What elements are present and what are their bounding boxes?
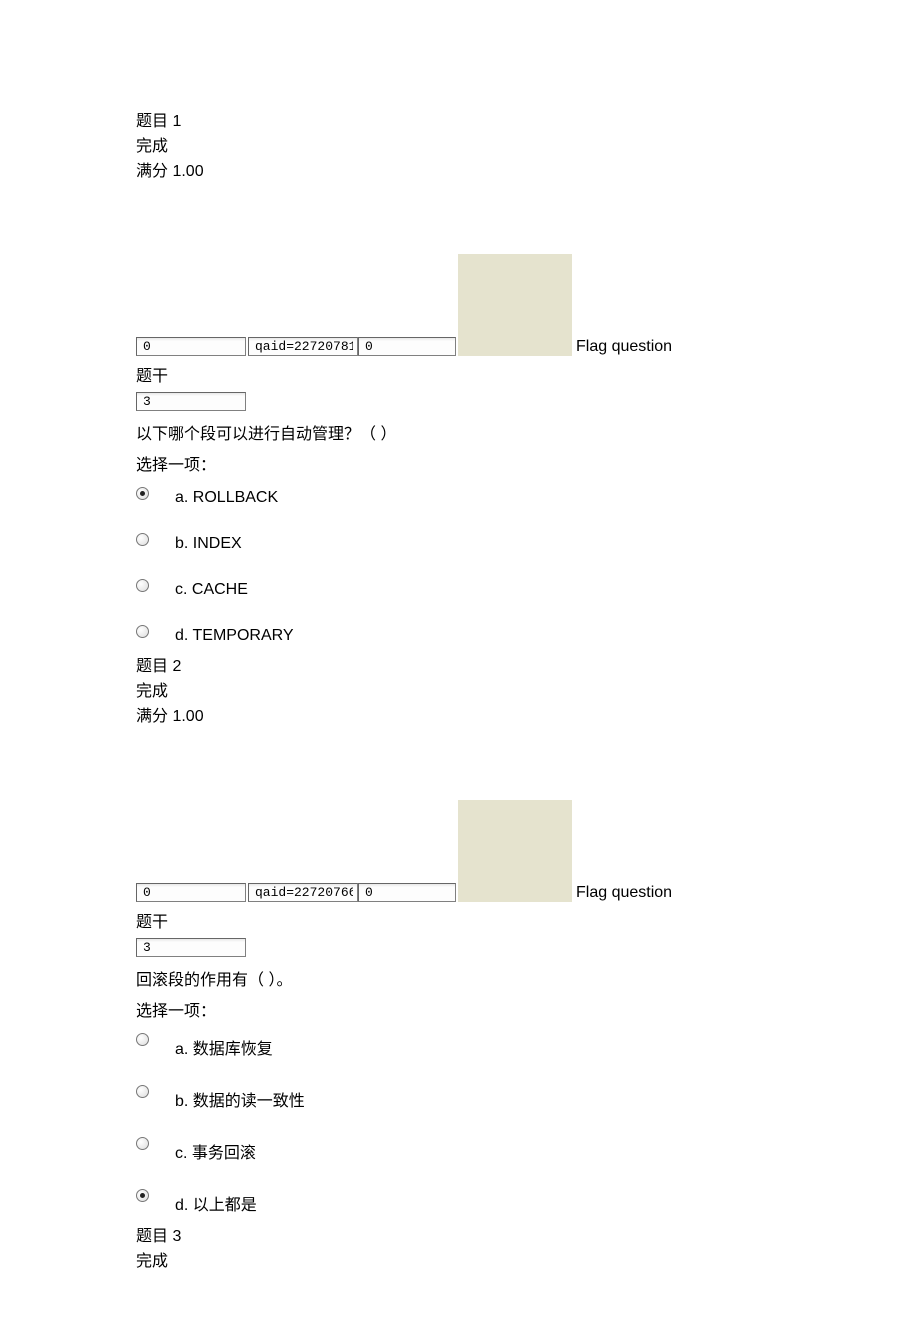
radio-icon[interactable] (136, 487, 149, 500)
question-status: 完成 (136, 1250, 920, 1275)
flag-row: Flag question (136, 800, 920, 902)
question-2: 题目 2 完成 满分 1.00 Flag question 题干 回滚段的作用有… (136, 655, 920, 1214)
option-label: c. CACHE (175, 577, 248, 599)
flag-question-link[interactable]: Flag question (576, 338, 672, 356)
question-3: 题目 3 完成 (136, 1225, 920, 1275)
option-c[interactable]: c. CACHE (136, 577, 920, 599)
question-1: 题目 1 完成 满分 1.00 Flag question 题干 以下哪个段可以… (136, 110, 920, 645)
input-a[interactable] (136, 337, 246, 356)
radio-icon[interactable] (136, 533, 149, 546)
radio-icon[interactable] (136, 1137, 149, 1150)
flag-icon[interactable] (458, 254, 572, 356)
question-text: 回滚段的作用有（ ）。 (136, 969, 920, 993)
option-label: d. 以上都是 (175, 1187, 257, 1215)
option-label: b. INDEX (175, 531, 242, 553)
option-a[interactable]: a. ROLLBACK (136, 485, 920, 507)
option-b[interactable]: b. INDEX (136, 531, 920, 553)
question-status: 完成 (136, 135, 920, 160)
question-score: 满分 1.00 (136, 160, 920, 185)
option-d[interactable]: d. 以上都是 (136, 1187, 920, 1215)
option-label: a. ROLLBACK (175, 485, 278, 507)
option-label: b. 数据的读一致性 (175, 1083, 305, 1111)
option-d[interactable]: d. TEMPORARY (136, 623, 920, 645)
radio-icon[interactable] (136, 625, 149, 638)
option-c[interactable]: c. 事务回滚 (136, 1135, 920, 1163)
question-text: 以下哪个段可以进行自动管理？（ ） (136, 423, 920, 447)
question-title: 题目 3 (136, 1225, 920, 1250)
question-header: 题目 2 完成 满分 1.00 (136, 655, 920, 729)
flag-icon[interactable] (458, 800, 572, 902)
input-b[interactable] (248, 883, 358, 902)
input-c[interactable] (358, 883, 456, 902)
stem-input-row (136, 938, 920, 957)
question-title: 题目 2 (136, 655, 920, 680)
radio-icon[interactable] (136, 1085, 149, 1098)
question-header: 题目 1 完成 满分 1.00 (136, 110, 920, 184)
choose-label: 选择一项： (136, 451, 920, 475)
question-status: 完成 (136, 680, 920, 705)
question-header: 题目 3 完成 (136, 1225, 920, 1275)
stem-label: 题干 (136, 362, 920, 386)
option-label: a. 数据库恢复 (175, 1031, 273, 1059)
flag-row: Flag question (136, 254, 920, 356)
input-a[interactable] (136, 883, 246, 902)
option-label: d. TEMPORARY (175, 623, 294, 645)
choose-label: 选择一项： (136, 997, 920, 1021)
flag-question-link[interactable]: Flag question (576, 884, 672, 902)
radio-icon[interactable] (136, 579, 149, 592)
stem-input[interactable] (136, 938, 246, 957)
question-title: 题目 1 (136, 110, 920, 135)
input-c[interactable] (358, 337, 456, 356)
question-score: 满分 1.00 (136, 705, 920, 730)
radio-icon[interactable] (136, 1189, 149, 1202)
option-a[interactable]: a. 数据库恢复 (136, 1031, 920, 1059)
stem-input[interactable] (136, 392, 246, 411)
stem-label: 题干 (136, 908, 920, 932)
option-label: c. 事务回滚 (175, 1135, 256, 1163)
input-b[interactable] (248, 337, 358, 356)
option-b[interactable]: b. 数据的读一致性 (136, 1083, 920, 1111)
radio-icon[interactable] (136, 1033, 149, 1046)
stem-input-row (136, 392, 920, 411)
